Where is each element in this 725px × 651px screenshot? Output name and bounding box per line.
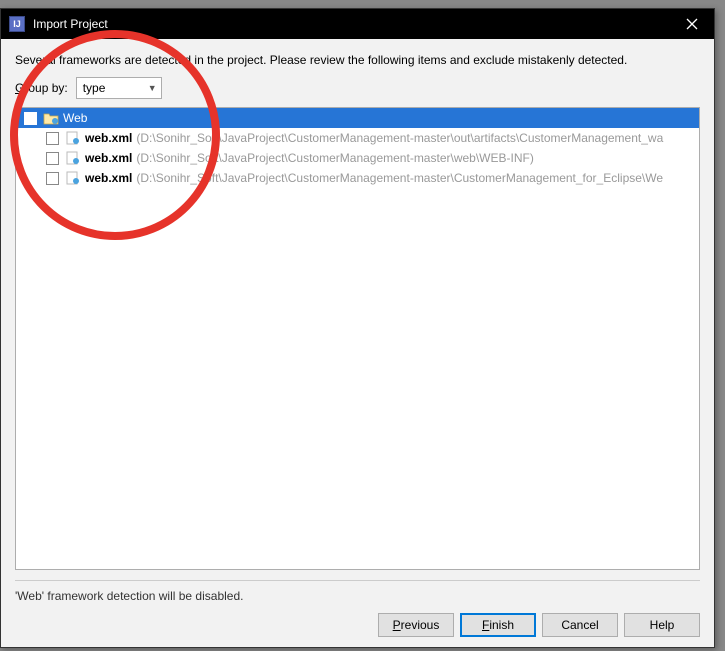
framework-tree: Web web.xml (D:\Sonihr_Soft\JavaProject\…: [15, 107, 700, 570]
finish-button[interactable]: Finish: [460, 613, 536, 637]
groupby-select[interactable]: type ▼: [76, 77, 162, 99]
groupby-value: type: [83, 81, 106, 95]
tree-item-path: (D:\Sonihr_Soft\JavaProject\CustomerMana…: [136, 171, 663, 185]
previous-button[interactable]: Previous: [378, 613, 454, 637]
dialog-content: Several frameworks are detected in the p…: [1, 39, 714, 647]
status-text: 'Web' framework detection will be disabl…: [15, 589, 700, 603]
xml-file-icon: [65, 131, 81, 145]
tree-root-web[interactable]: Web: [16, 108, 699, 128]
tree-item[interactable]: web.xml (D:\Sonihr_Soft\JavaProject\Cust…: [16, 148, 699, 168]
help-button[interactable]: Help: [624, 613, 700, 637]
groupby-label: Group by:: [15, 81, 68, 95]
tree-item-label: web.xml: [85, 131, 132, 145]
tree-item-path: (D:\Sonihr_Soft\JavaProject\CustomerMana…: [136, 151, 533, 165]
close-button[interactable]: [669, 9, 714, 39]
checkbox[interactable]: [46, 172, 59, 185]
folder-icon: [43, 111, 59, 125]
tree-item-path: (D:\Sonihr_Soft\JavaProject\CustomerMana…: [136, 131, 663, 145]
close-icon: [686, 18, 698, 30]
titlebar: IJ Import Project: [1, 9, 714, 39]
tree-item-label: web.xml: [85, 151, 132, 165]
tree-item[interactable]: web.xml (D:\Sonihr_Soft\JavaProject\Cust…: [16, 168, 699, 188]
intro-text: Several frameworks are detected in the p…: [15, 53, 700, 67]
chevron-down-icon: ▼: [148, 83, 157, 93]
xml-file-icon: [65, 151, 81, 165]
groupby-row: Group by: type ▼: [15, 77, 700, 99]
app-icon: IJ: [9, 16, 25, 32]
tree-item-label: web.xml: [85, 171, 132, 185]
window-title: Import Project: [33, 17, 108, 31]
xml-file-icon: [65, 171, 81, 185]
dialog-window: IJ Import Project Several frameworks are…: [0, 8, 715, 648]
divider: [15, 580, 700, 581]
button-bar: Previous Finish Cancel Help: [15, 613, 700, 637]
tree-item[interactable]: web.xml (D:\Sonihr_Soft\JavaProject\Cust…: [16, 128, 699, 148]
checkbox[interactable]: [46, 152, 59, 165]
cancel-button[interactable]: Cancel: [542, 613, 618, 637]
checkbox[interactable]: [46, 132, 59, 145]
checkbox[interactable]: [24, 112, 37, 125]
tree-root-label: Web: [63, 111, 87, 125]
